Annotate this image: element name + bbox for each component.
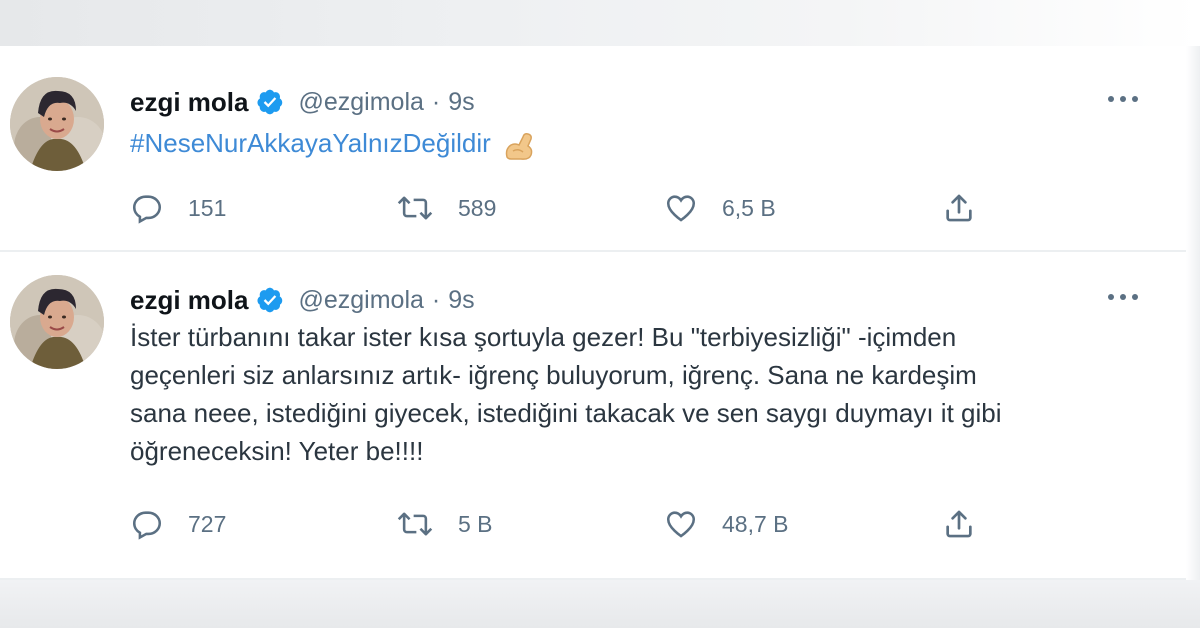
top-blur-band	[0, 0, 1200, 46]
retweet-count: 589	[458, 194, 497, 221]
separator-dot: ·	[431, 87, 441, 116]
reply-button[interactable]: 151	[130, 188, 226, 228]
tweet-text-line: İster türbanını takar ister kısa şortuyl…	[130, 322, 957, 352]
reply-count: 151	[188, 194, 227, 221]
verified-badge-icon	[257, 89, 283, 115]
retweet-button[interactable]: 5 B	[396, 504, 493, 544]
reply-count: 727	[188, 510, 227, 537]
tweet-text-line: geçenleri siz anlarsınız artık- iğrenç b…	[130, 360, 977, 390]
tweet-text: İster türbanını takar ister kısa şortuyl…	[130, 318, 1140, 470]
more-options-icon[interactable]	[1106, 290, 1140, 304]
share-button[interactable]	[942, 188, 976, 228]
tweet-time[interactable]: 9s	[448, 88, 474, 117]
tweet-actions: 727 5 B 48,7 B	[130, 504, 990, 544]
retweet-count: 5 B	[458, 510, 493, 537]
hashtag-link[interactable]: #NeseNurAkkayaYalnızDeğildir	[130, 128, 491, 158]
tweet-actions: 151 589 6,5 B	[130, 188, 990, 228]
avatar[interactable]	[10, 77, 104, 171]
like-count: 6,5 B	[722, 194, 776, 221]
like-count: 48,7 B	[722, 510, 789, 537]
retweet-icon	[397, 512, 433, 536]
tweet-divider	[0, 250, 1186, 252]
more-options-icon[interactable]	[1106, 92, 1140, 106]
tweet-1[interactable]: ezgi mola @ezgimola · 9s #NeseNurAkkayaY…	[0, 60, 1186, 250]
author-handle[interactable]: @ezgimola	[298, 286, 423, 315]
reply-icon	[132, 511, 162, 540]
tweet-text-line: öğreneceksin! Yeter be!!!!	[130, 436, 424, 466]
like-button[interactable]: 6,5 B	[664, 188, 776, 228]
avatar[interactable]	[10, 275, 104, 369]
author-handle[interactable]: @ezgimola	[298, 88, 423, 117]
share-icon	[946, 510, 972, 538]
bottom-blur-band	[0, 580, 1200, 628]
tweet-time[interactable]: 9s	[448, 286, 474, 315]
right-edge	[1186, 46, 1200, 580]
reply-icon	[132, 195, 162, 224]
screenshot-frame: ezgi mola @ezgimola · 9s #NeseNurAkkayaY…	[0, 0, 1200, 628]
like-icon	[666, 195, 696, 222]
tweet-header: ezgi mola @ezgimola · 9s	[130, 280, 475, 320]
avatar-image	[10, 275, 104, 369]
retweet-button[interactable]: 589	[396, 188, 496, 228]
separator-dot: ·	[431, 285, 441, 314]
like-button[interactable]: 48,7 B	[664, 504, 789, 544]
author-name[interactable]: ezgi mola	[130, 285, 248, 316]
author-name[interactable]: ezgi mola	[130, 87, 248, 118]
tweet-text-line: sana neee, istediğini giyecek, istediğin…	[130, 398, 1002, 428]
share-icon	[946, 194, 972, 222]
retweet-icon	[397, 196, 433, 220]
like-icon	[666, 511, 696, 538]
reply-button[interactable]: 727	[130, 504, 226, 544]
tweet-2[interactable]: ezgi mola @ezgimola · 9s İster türbanını…	[0, 258, 1186, 578]
verified-badge-icon	[257, 287, 283, 313]
tweet-text: #NeseNurAkkayaYalnızDeğildir	[130, 124, 1140, 163]
flexed-biceps-icon	[505, 133, 533, 161]
tweet-header: ezgi mola @ezgimola · 9s	[130, 82, 475, 122]
avatar-image	[10, 77, 104, 171]
share-button[interactable]	[942, 504, 976, 544]
